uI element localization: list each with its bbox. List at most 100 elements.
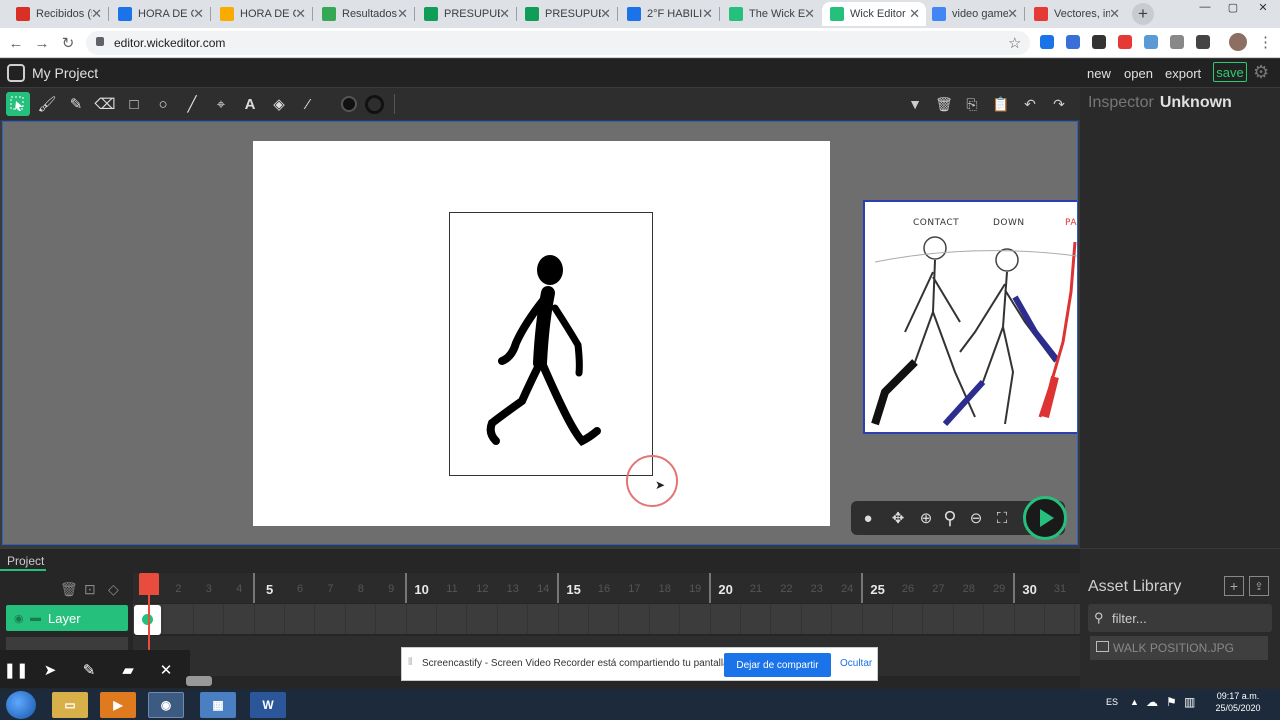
ellipse-tool-icon[interactable]: ○ [151,92,175,116]
stop-sharing-button[interactable]: Dejar de compartir [724,653,831,677]
omnibox[interactable]: editor.wickeditor.com [86,31,1030,55]
frame-number[interactable]: 26 [893,583,923,595]
bookmark-star-icon[interactable]: ☆ [1008,34,1021,52]
start-button[interactable] [6,691,36,719]
frame-number[interactable]: 17 [619,583,649,595]
add-asset-icon[interactable]: + [1224,576,1244,596]
frame-number[interactable]: 31 [1045,583,1075,595]
browser-tab[interactable]: PRESUPUES✕ [517,2,617,26]
language-indicator[interactable]: ES [1106,697,1118,707]
frame-number[interactable]: 21 [741,583,771,595]
fill-bucket-tool-icon[interactable]: ◈ [267,92,291,116]
copy-icon[interactable]: ⎘ [962,94,982,114]
tab-close-icon[interactable]: ✕ [397,6,408,22]
frame-number[interactable]: 23 [802,583,832,595]
frame-number[interactable]: 11 [437,583,467,595]
browser-tab[interactable]: Recibidos (5 ✕ [8,2,108,26]
eraser-tool-icon[interactable]: ⌫ [93,92,117,116]
path-tool-icon[interactable]: ⌖ [209,92,233,116]
extension-icon[interactable] [1066,35,1080,49]
pen-icon[interactable]: ✎ [78,659,100,681]
hide-button[interactable]: Ocultar [840,658,872,669]
layer-name[interactable]: Layer [48,611,81,626]
walk-position-image[interactable]: CONTACT DOWN PA [863,200,1077,434]
layer-item[interactable]: ◉ ▬ Layer [6,605,128,631]
frame-number[interactable]: 12 [467,583,497,595]
extension-icon[interactable] [1118,35,1132,49]
browser-tab[interactable]: HORA DE C ✕ [110,2,210,26]
browser-tab[interactable]: 2°F HABILID✕ [619,2,719,26]
frame-number[interactable]: 8 [346,583,376,595]
frame-number[interactable]: 29 [984,583,1014,595]
eye-icon[interactable]: ◉ [14,612,24,625]
walk-figure-frame[interactable] [449,212,653,476]
text-tool-icon[interactable]: A [238,92,262,116]
frame-number[interactable]: 19 [680,583,710,595]
zoom-in-icon[interactable]: ⊕ [915,507,937,529]
frame-number[interactable]: 28 [954,583,984,595]
frame-grid[interactable] [133,604,1080,634]
media-player-icon[interactable]: ▶ [100,692,136,718]
tab-close-icon[interactable]: ✕ [1007,6,1018,22]
asset-item[interactable]: WALK POSITION.JPG [1090,636,1268,660]
frame-number[interactable]: 6 [285,583,315,595]
delete-layer-icon[interactable]: 🗑 [60,581,78,598]
add-tween-icon[interactable]: ◇ [108,581,119,598]
extension-icon[interactable] [1092,35,1106,49]
rectangle-tool-icon[interactable]: □ [122,92,146,116]
brush-tool-icon[interactable]: 🖌 [35,92,59,116]
zoom-out-icon[interactable]: ⊖ [965,507,987,529]
upload-asset-icon[interactable]: ⇪ [1249,576,1269,596]
calculator-icon[interactable]: ▦ [200,692,236,718]
browser-tab[interactable]: HORA DE C ✕ [212,2,312,26]
paste-icon[interactable]: 📋 [991,94,1011,114]
gear-icon[interactable]: ⚙ [1253,62,1269,83]
pause-icon[interactable]: ❚❚ [3,659,28,681]
open-button[interactable]: open [1124,66,1153,81]
fill-color-swatch[interactable] [341,96,357,112]
frame-number[interactable]: 3 [194,583,224,595]
word-icon[interactable]: W [250,692,286,718]
new-button[interactable]: new [1087,66,1111,81]
play-button[interactable] [1023,496,1067,540]
cursor-tool-icon[interactable] [6,92,30,116]
export-button[interactable]: export [1165,66,1201,81]
zoom-icon[interactable]: ⚲ [939,507,961,529]
action-center-icon[interactable]: ⚑ [1166,695,1177,709]
network-icon[interactable]: ▥ [1184,695,1195,709]
frame-number[interactable]: 5 [255,582,285,597]
dropdown-chevron-icon[interactable]: ▼ [905,94,925,114]
frame-number[interactable]: 2 [163,583,193,595]
lock-icon[interactable]: ▬ [30,612,41,624]
pan-icon[interactable]: ✥ [887,507,909,529]
maximize-window-button[interactable]: ▢ [1220,0,1246,14]
close-icon[interactable]: ✕ [155,659,177,681]
extension-icon[interactable] [1040,35,1054,49]
cursor-icon[interactable]: ➤ [39,659,61,681]
tab-close-icon[interactable]: ✕ [804,6,815,22]
playhead[interactable] [139,573,159,595]
url-text[interactable]: editor.wickeditor.com [114,36,225,50]
fit-screen-icon[interactable]: ⛶ [991,507,1013,529]
asset-filter-input[interactable]: filter... [1088,604,1272,632]
file-explorer-icon[interactable]: ▭ [52,692,88,718]
frame-number[interactable]: 30 [1015,582,1045,597]
back-button[interactable]: ← [6,33,26,53]
line-tool-icon[interactable]: ╱ [180,92,204,116]
close-window-button[interactable]: ✕ [1250,0,1276,14]
tab-close-icon[interactable]: ✕ [295,6,306,22]
save-button[interactable]: save [1213,62,1247,82]
browser-tab[interactable]: video game ✕ [924,2,1024,26]
extension-icon[interactable] [1170,35,1184,49]
frame-number[interactable]: 24 [832,583,862,595]
drag-handle-icon[interactable]: ⦀ [408,657,412,668]
show-hidden-icons-icon[interactable]: ▲ [1130,697,1139,707]
extension-icon[interactable] [1144,35,1158,49]
reload-button[interactable]: ↻ [58,33,78,53]
browser-tab[interactable]: Resultados ✕ [314,2,414,26]
tab-close-icon[interactable]: ✕ [499,6,510,22]
onion-skin-icon[interactable]: ● [857,507,879,529]
tab-project[interactable]: Project [0,551,46,571]
frame-number[interactable]: 10 [407,582,437,597]
browser-tab[interactable]: The Wick Ed✕ [721,2,821,26]
